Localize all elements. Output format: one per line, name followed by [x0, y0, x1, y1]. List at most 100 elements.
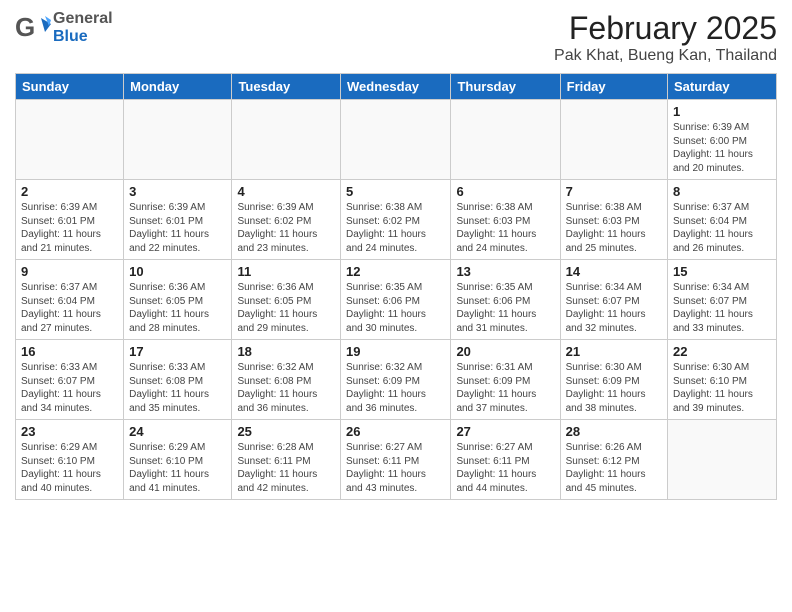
col-monday: Monday: [124, 74, 232, 100]
calendar: Sunday Monday Tuesday Wednesday Thursday…: [15, 73, 777, 500]
day-number: 2: [21, 184, 118, 199]
calendar-cell: 25Sunrise: 6:28 AM Sunset: 6:11 PM Dayli…: [232, 420, 341, 500]
day-info: Sunrise: 6:39 AM Sunset: 6:01 PM Dayligh…: [21, 201, 118, 255]
day-number: 11: [237, 264, 335, 279]
calendar-cell: [232, 100, 341, 180]
day-info: Sunrise: 6:30 AM Sunset: 6:09 PM Dayligh…: [566, 361, 662, 415]
day-info: Sunrise: 6:38 AM Sunset: 6:03 PM Dayligh…: [566, 201, 662, 255]
day-number: 26: [346, 424, 445, 439]
calendar-cell: 1 Sunrise: 6:39 AM Sunset: 6:00 PM Daylig…: [668, 100, 777, 180]
calendar-cell: 15 Sunrise: 6:34 AM Sunset: 6:07 PM Dayli…: [668, 260, 777, 340]
calendar-week-3: 9 Sunrise: 6:37 AM Sunset: 6:04 PM Daylig…: [16, 260, 777, 340]
calendar-cell: 17 Sunrise: 6:33 AM Sunset: 6:08 PM Dayli…: [124, 340, 232, 420]
day-number: 13: [456, 264, 554, 279]
calendar-cell: 2 Sunrise: 6:39 AM Sunset: 6:01 PM Daylig…: [16, 180, 124, 260]
calendar-cell: 11 Sunrise: 6:36 AM Sunset: 6:05 PM Dayli…: [232, 260, 341, 340]
day-info: Sunrise: 6:31 AM Sunset: 6:09 PM Dayligh…: [456, 361, 554, 415]
calendar-cell: 24 Sunrise: 6:29 AM Sunset: 6:10 PM Dayli…: [124, 420, 232, 500]
day-number: 3: [129, 184, 226, 199]
day-number: 8: [673, 184, 771, 199]
day-number: 22: [673, 344, 771, 359]
day-info: Sunrise: 6:30 AM Sunset: 6:10 PM Dayligh…: [673, 361, 771, 415]
day-number: 25: [237, 424, 335, 439]
col-friday: Friday: [560, 74, 667, 100]
calendar-cell: [341, 100, 451, 180]
col-saturday: Saturday: [668, 74, 777, 100]
day-number: 9: [21, 264, 118, 279]
calendar-cell: 8 Sunrise: 6:37 AM Sunset: 6:04 PM Daylig…: [668, 180, 777, 260]
day-info: Sunrise: 6:33 AM Sunset: 6:07 PM Dayligh…: [21, 361, 118, 415]
logo-blue-text: Blue: [53, 28, 113, 46]
calendar-week-2: 2 Sunrise: 6:39 AM Sunset: 6:01 PM Daylig…: [16, 180, 777, 260]
day-info: Sunrise: 6:35 AM Sunset: 6:06 PM Dayligh…: [346, 281, 445, 335]
day-info: Sunrise: 6:26 AM Sunset: 6:12 PM Dayligh…: [566, 441, 662, 495]
day-info: Sunrise: 6:32 AM Sunset: 6:09 PM Dayligh…: [346, 361, 445, 415]
calendar-cell: 7 Sunrise: 6:38 AM Sunset: 6:03 PM Daylig…: [560, 180, 667, 260]
calendar-header-row: Sunday Monday Tuesday Wednesday Thursday…: [16, 74, 777, 100]
col-thursday: Thursday: [451, 74, 560, 100]
day-info: Sunrise: 6:32 AM Sunset: 6:08 PM Dayligh…: [237, 361, 335, 415]
calendar-cell: [560, 100, 667, 180]
day-info: Sunrise: 6:29 AM Sunset: 6:10 PM Dayligh…: [21, 441, 118, 495]
calendar-cell: 19 Sunrise: 6:32 AM Sunset: 6:09 PM Dayli…: [341, 340, 451, 420]
day-info: Sunrise: 6:38 AM Sunset: 6:03 PM Dayligh…: [456, 201, 554, 255]
day-info: Sunrise: 6:38 AM Sunset: 6:02 PM Dayligh…: [346, 201, 445, 255]
day-number: 23: [21, 424, 118, 439]
day-info: Sunrise: 6:29 AM Sunset: 6:10 PM Dayligh…: [129, 441, 226, 495]
logo-icon: G: [15, 10, 51, 46]
calendar-cell: 3Sunrise: 6:39 AM Sunset: 6:01 PM Daylig…: [124, 180, 232, 260]
day-number: 5: [346, 184, 445, 199]
calendar-cell: 22 Sunrise: 6:30 AM Sunset: 6:10 PM Dayli…: [668, 340, 777, 420]
day-number: 14: [566, 264, 662, 279]
logo-general-text: General: [53, 10, 113, 28]
calendar-cell: [124, 100, 232, 180]
title-block: February 2025 Pak Khat, Bueng Kan, Thail…: [554, 10, 777, 65]
calendar-cell: 21 Sunrise: 6:30 AM Sunset: 6:09 PM Dayli…: [560, 340, 667, 420]
day-number: 24: [129, 424, 226, 439]
day-number: 7: [566, 184, 662, 199]
col-sunday: Sunday: [16, 74, 124, 100]
day-number: 4: [237, 184, 335, 199]
calendar-cell: 4 Sunrise: 6:39 AM Sunset: 6:02 PM Daylig…: [232, 180, 341, 260]
day-number: 15: [673, 264, 771, 279]
day-info: Sunrise: 6:35 AM Sunset: 6:06 PM Dayligh…: [456, 281, 554, 335]
calendar-cell: 26Sunrise: 6:27 AM Sunset: 6:11 PM Dayli…: [341, 420, 451, 500]
calendar-cell: 27Sunrise: 6:27 AM Sunset: 6:11 PM Dayli…: [451, 420, 560, 500]
day-number: 17: [129, 344, 226, 359]
calendar-week-5: 23 Sunrise: 6:29 AM Sunset: 6:10 PM Dayli…: [16, 420, 777, 500]
day-number: 19: [346, 344, 445, 359]
day-number: 28: [566, 424, 662, 439]
header: G General Blue February 2025 Pak Khat, B…: [15, 10, 777, 65]
day-number: 10: [129, 264, 226, 279]
day-info: Sunrise: 6:36 AM Sunset: 6:05 PM Dayligh…: [237, 281, 335, 335]
calendar-cell: 28 Sunrise: 6:26 AM Sunset: 6:12 PM Dayli…: [560, 420, 667, 500]
calendar-cell: 14 Sunrise: 6:34 AM Sunset: 6:07 PM Dayli…: [560, 260, 667, 340]
day-info: Sunrise: 6:27 AM Sunset: 6:11 PM Dayligh…: [456, 441, 554, 495]
calendar-cell: 16Sunrise: 6:33 AM Sunset: 6:07 PM Dayli…: [16, 340, 124, 420]
calendar-cell: 23 Sunrise: 6:29 AM Sunset: 6:10 PM Dayli…: [16, 420, 124, 500]
logo: G General Blue: [15, 10, 113, 46]
calendar-cell: 20Sunrise: 6:31 AM Sunset: 6:09 PM Dayli…: [451, 340, 560, 420]
day-info: Sunrise: 6:36 AM Sunset: 6:05 PM Dayligh…: [129, 281, 226, 335]
calendar-week-4: 16Sunrise: 6:33 AM Sunset: 6:07 PM Dayli…: [16, 340, 777, 420]
calendar-cell: 5 Sunrise: 6:38 AM Sunset: 6:02 PM Daylig…: [341, 180, 451, 260]
day-info: Sunrise: 6:37 AM Sunset: 6:04 PM Dayligh…: [673, 201, 771, 255]
calendar-cell: 10 Sunrise: 6:36 AM Sunset: 6:05 PM Dayli…: [124, 260, 232, 340]
day-info: Sunrise: 6:34 AM Sunset: 6:07 PM Dayligh…: [566, 281, 662, 335]
subtitle: Pak Khat, Bueng Kan, Thailand: [554, 47, 777, 65]
day-number: 21: [566, 344, 662, 359]
main-title: February 2025: [554, 10, 777, 47]
day-info: Sunrise: 6:39 AM Sunset: 6:02 PM Dayligh…: [237, 201, 335, 255]
day-info: Sunrise: 6:34 AM Sunset: 6:07 PM Dayligh…: [673, 281, 771, 335]
col-tuesday: Tuesday: [232, 74, 341, 100]
calendar-cell: [16, 100, 124, 180]
day-info: Sunrise: 6:39 AM Sunset: 6:00 PM Dayligh…: [673, 121, 771, 175]
col-wednesday: Wednesday: [341, 74, 451, 100]
calendar-cell: 12Sunrise: 6:35 AM Sunset: 6:06 PM Dayli…: [341, 260, 451, 340]
day-info: Sunrise: 6:37 AM Sunset: 6:04 PM Dayligh…: [21, 281, 118, 335]
calendar-cell: [668, 420, 777, 500]
day-info: Sunrise: 6:33 AM Sunset: 6:08 PM Dayligh…: [129, 361, 226, 415]
calendar-cell: 9 Sunrise: 6:37 AM Sunset: 6:04 PM Daylig…: [16, 260, 124, 340]
day-number: 1: [673, 104, 771, 119]
calendar-cell: [451, 100, 560, 180]
